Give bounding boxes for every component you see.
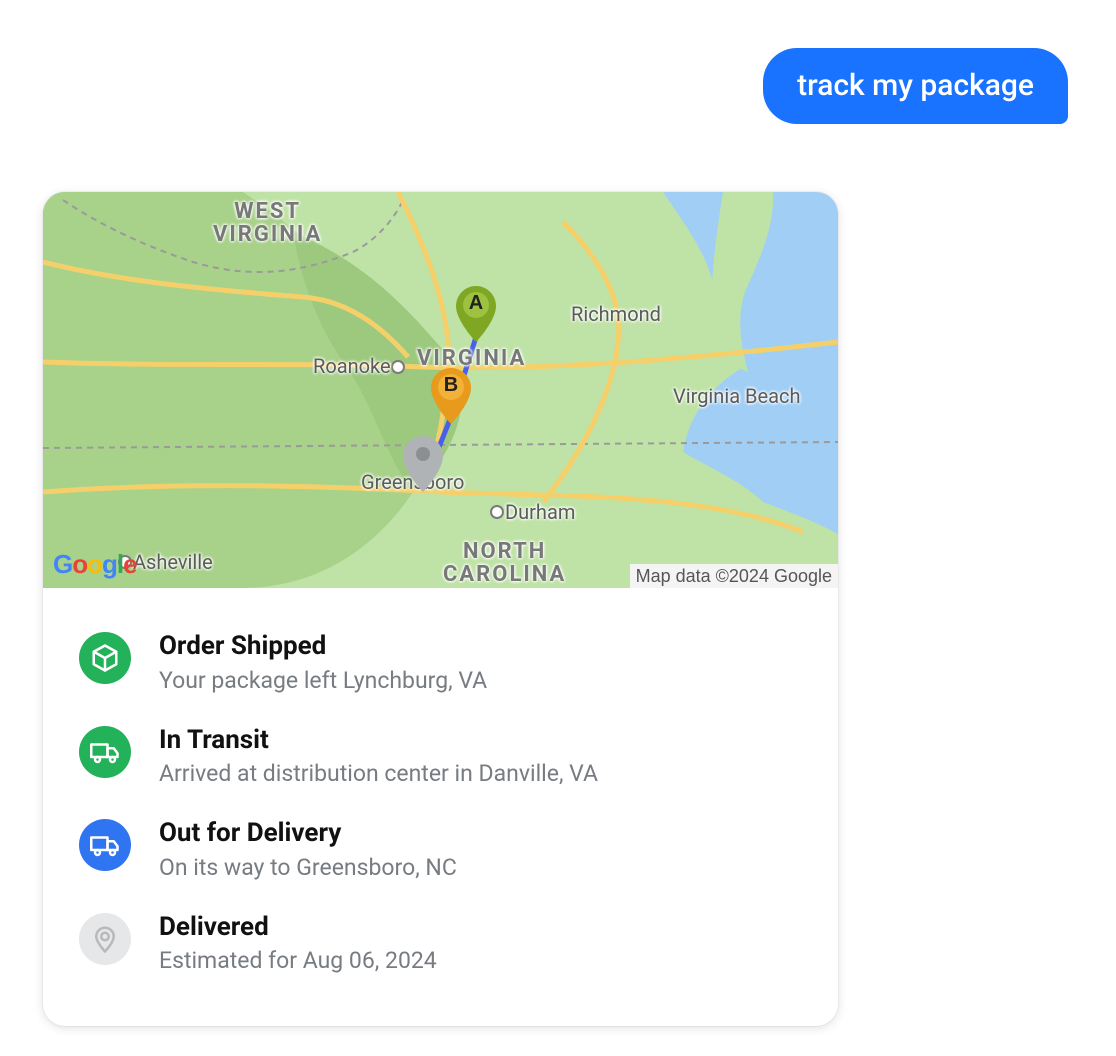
timeline-step: Delivered Estimated for Aug 06, 2024 xyxy=(79,897,802,991)
step-subtitle: Arrived at distribution center in Danvil… xyxy=(159,758,598,789)
user-message-text: track my package xyxy=(797,68,1034,103)
chat-canvas: track my package xyxy=(0,0,1116,1056)
step-subtitle: Estimated for Aug 06, 2024 xyxy=(159,945,437,976)
truck-icon xyxy=(79,726,131,778)
step-title: Out for Delivery xyxy=(159,817,457,850)
step-subtitle: On its way to Greensboro, NC xyxy=(159,852,457,883)
timeline-step: Out for Delivery On its way to Greensbor… xyxy=(79,803,802,897)
truck-icon xyxy=(79,819,131,871)
tracking-map[interactable]: WEST VIRGINIA VIRGINIA NORTH CAROLINA Ro… xyxy=(43,192,838,588)
step-title: Order Shipped xyxy=(159,630,487,663)
step-subtitle: Your package left Lynchburg, VA xyxy=(159,665,487,696)
step-title: In Transit xyxy=(159,724,598,757)
user-message-bubble: track my package xyxy=(763,48,1068,124)
step-title: Delivered xyxy=(159,911,437,944)
tracking-timeline: Order Shipped Your package left Lynchbur… xyxy=(43,588,838,1026)
tracking-card: WEST VIRGINIA VIRGINIA NORTH CAROLINA Ro… xyxy=(43,192,838,1026)
timeline-step: Order Shipped Your package left Lynchbur… xyxy=(79,616,802,710)
timeline-step: In Transit Arrived at distribution cente… xyxy=(79,710,802,804)
package-icon xyxy=(79,632,131,684)
map-background xyxy=(43,192,838,588)
location-pin-icon xyxy=(79,913,131,965)
